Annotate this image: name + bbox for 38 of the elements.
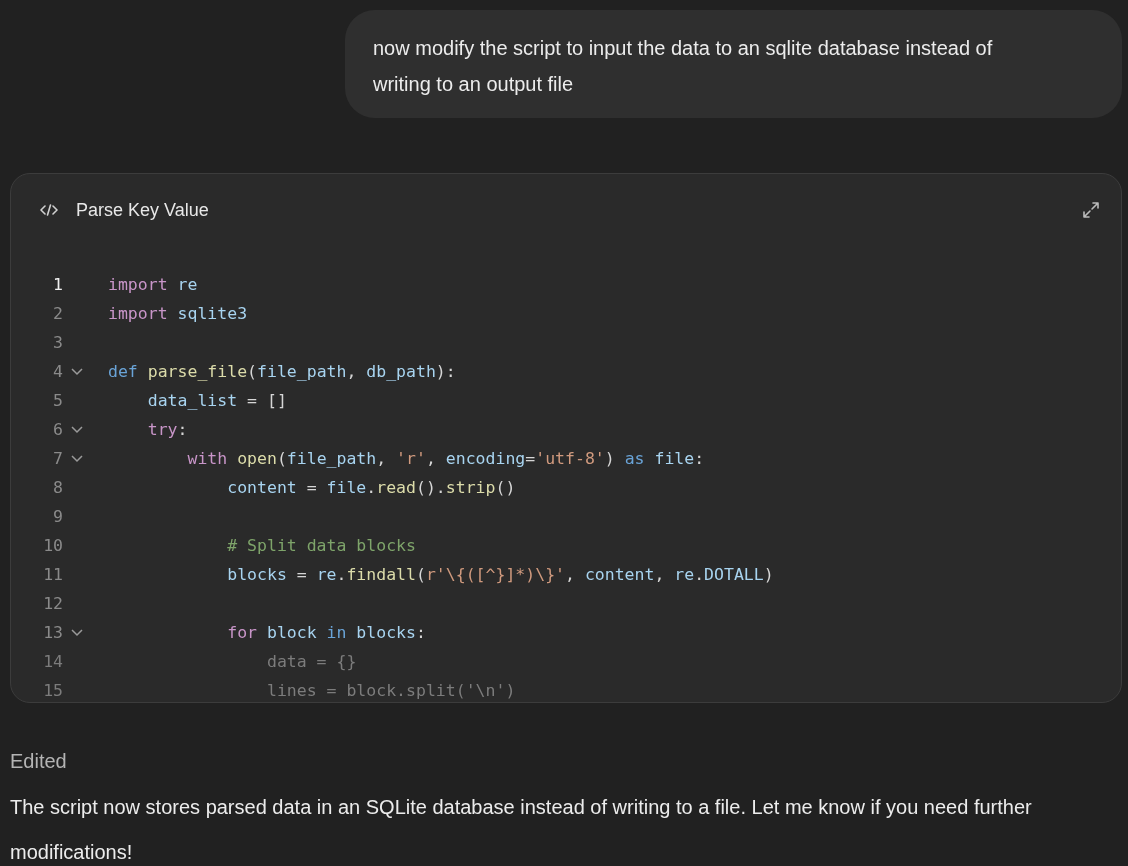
chevron-icon[interactable] [71,425,83,434]
code-line: for block in blocks: [226,623,426,642]
line-number: 1 [52,275,63,294]
chevron-icon[interactable] [71,628,83,637]
assistant-reply: The script now stores parsed data in an SQLite database instead of writing to a file. Let me know if you need further modifications! [10,795,1033,865]
chevron-icon[interactable] [71,454,83,463]
line-number: 13 [42,623,63,642]
code-line: import sqlite3 [108,304,248,323]
code-line: data_list = [] [146,391,287,410]
line-number: 4 [52,362,63,381]
line-number: 2 [52,304,63,323]
line-number: 12 [42,594,63,613]
line-number: 8 [52,478,63,497]
line-number: 3 [52,333,63,352]
status-label: Edited [10,750,68,773]
code-line: with open(file_path, 'r', encoding='utf-8') as file: [186,449,705,468]
code-line: content = file.read().strip() [226,478,516,497]
code-line: try: [146,420,188,439]
code-title: Parse Key Value [76,199,209,221]
line-number: 7 [52,449,63,468]
code-line: data = {} [265,652,357,671]
line-number: 9 [52,507,63,526]
code-icon [40,203,58,217]
chevron-icon[interactable] [71,367,83,376]
expand-button[interactable] [1081,200,1101,220]
code-line: # Split data blocks [226,536,416,555]
line-number: 5 [52,391,63,410]
code-line: import re [108,275,198,294]
line-number: 6 [52,420,63,439]
code-line: def parse_file(file_path, db_path): [108,362,456,381]
line-number: 14 [42,652,63,671]
line-number: 11 [42,565,63,584]
expand-icon [1081,200,1101,220]
line-number: 15 [42,681,63,700]
code-line: blocks = re.findall(r'\{([^}]*)\}', content, re.DOTALL) [226,565,774,584]
user-message: now modify the script to input the data to an sqlite database instead of writing to an output file [345,10,1122,118]
code-line: lines = block.split('\n') [265,681,516,700]
line-number: 10 [42,536,63,555]
